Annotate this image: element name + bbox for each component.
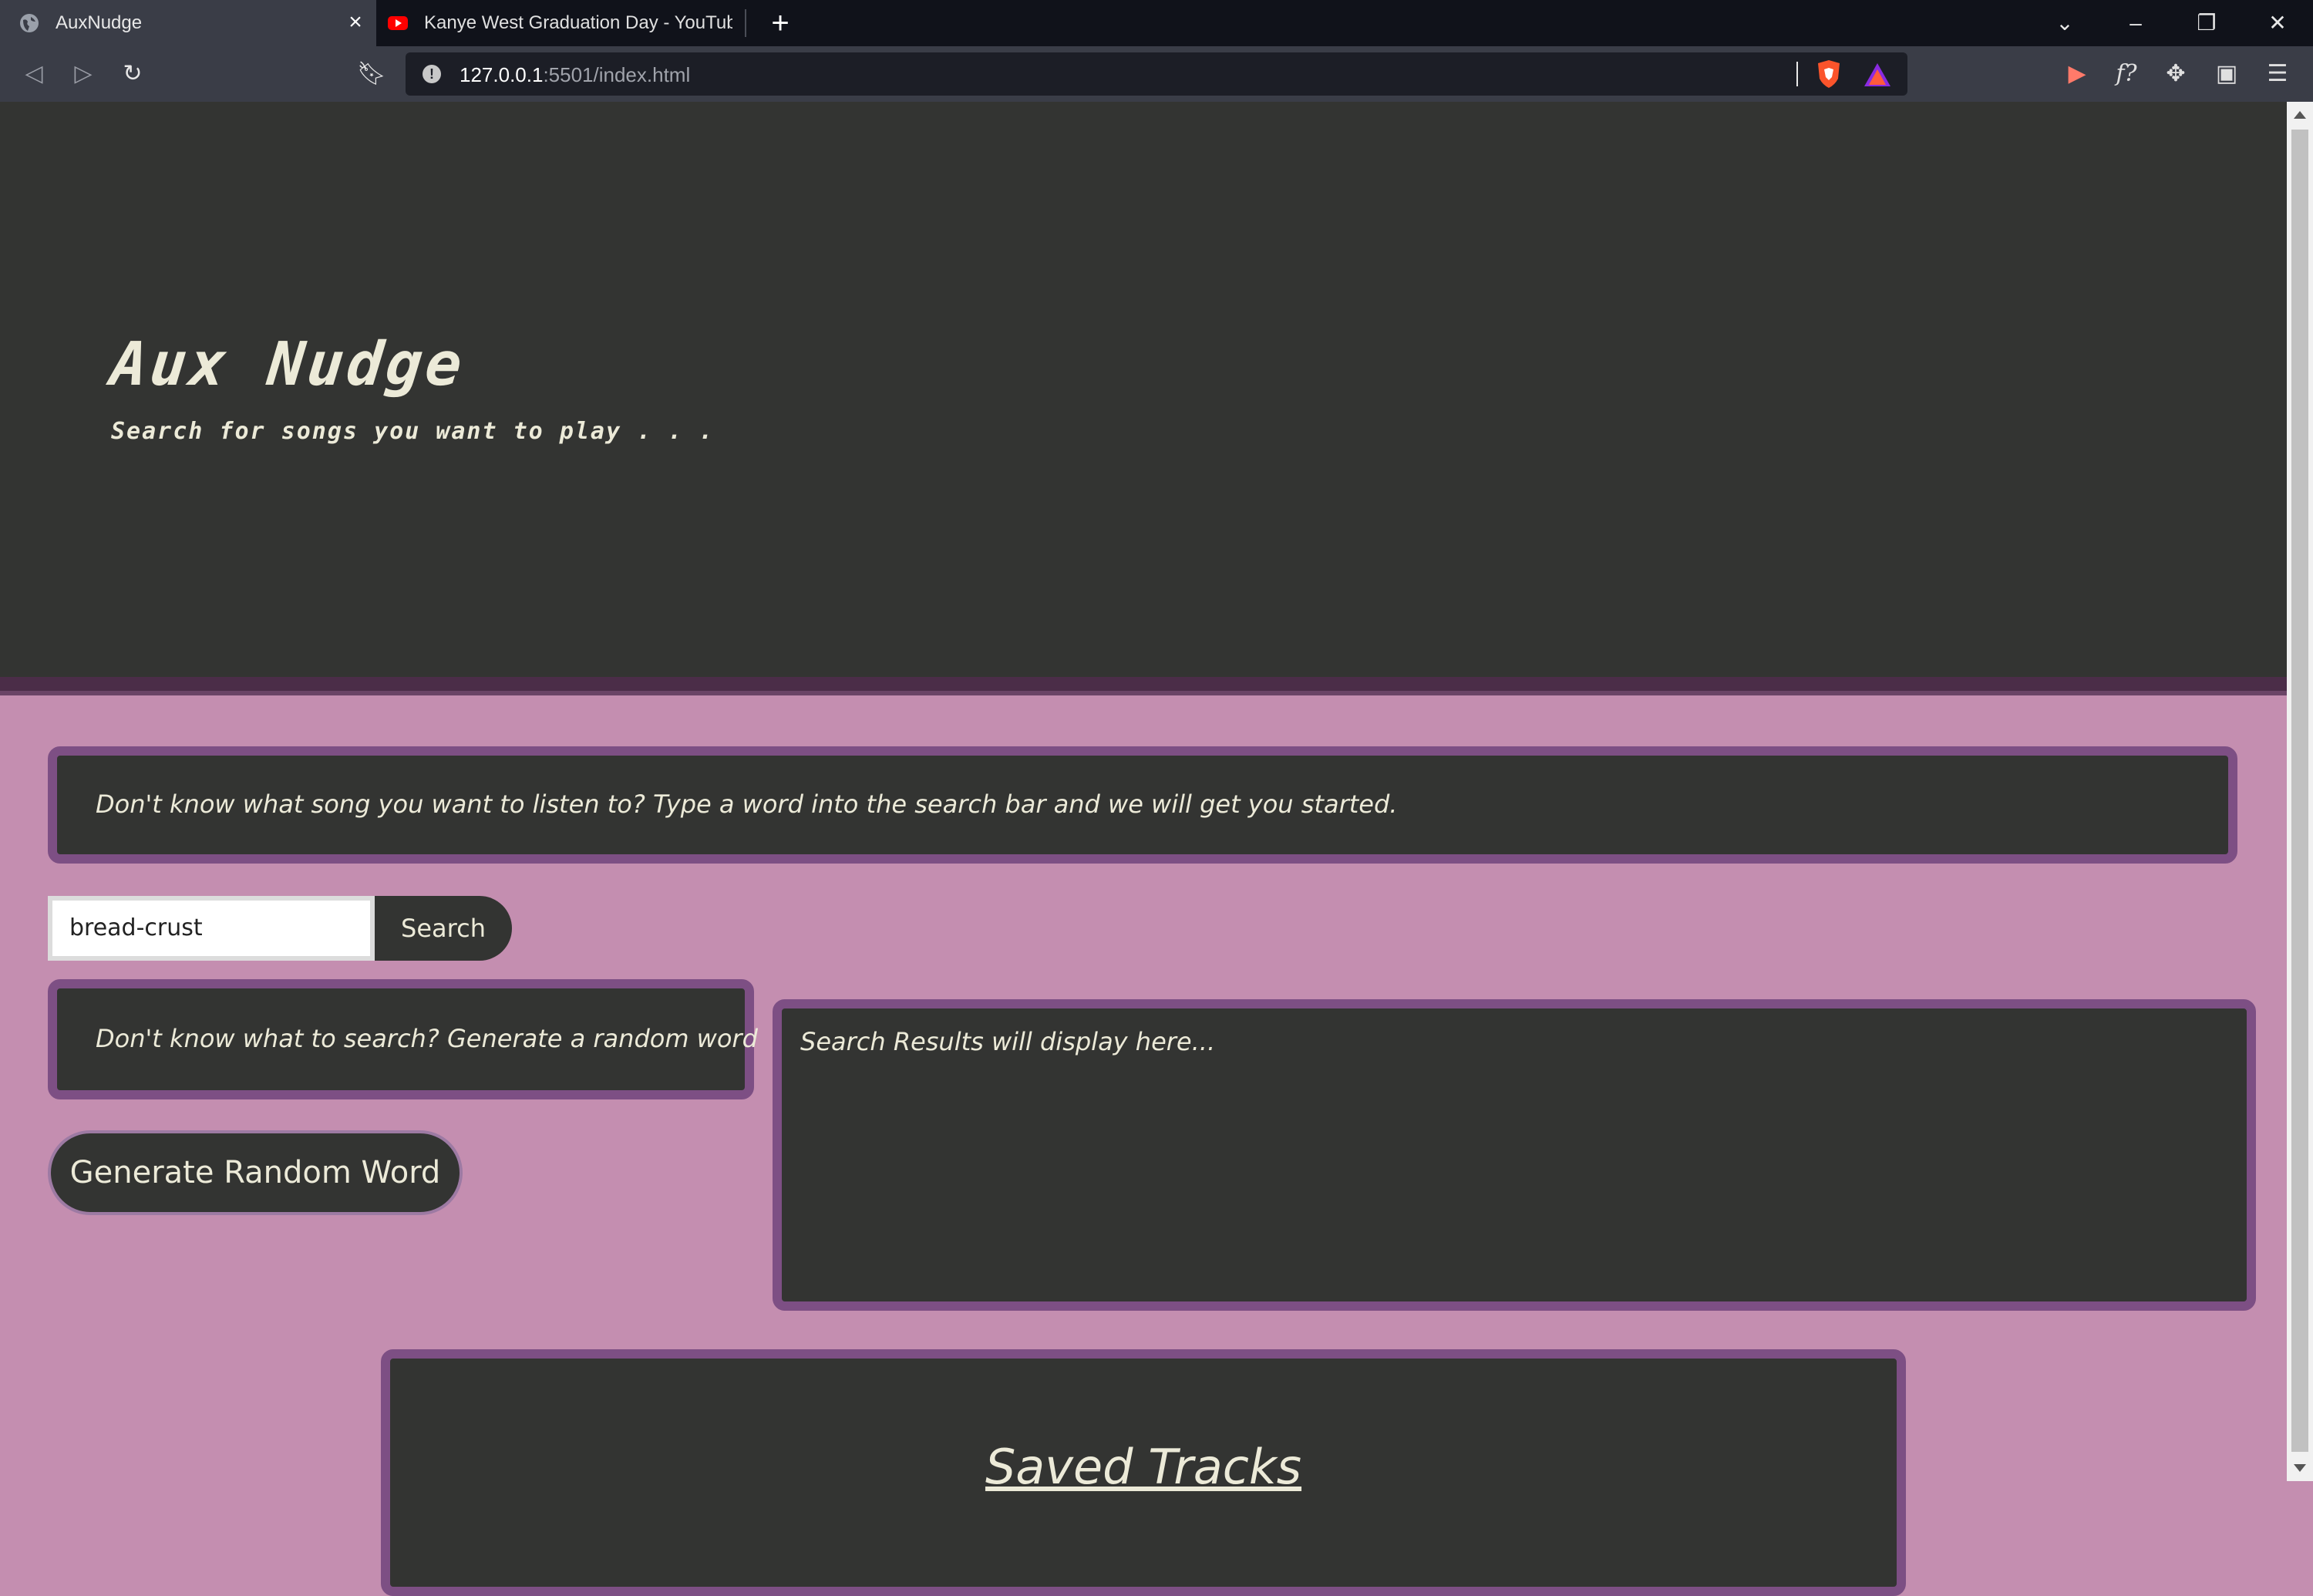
site-info-icon[interactable]: !: [423, 65, 441, 83]
page-scrollbar[interactable]: [2287, 102, 2313, 1481]
screencast-icon[interactable]: ▶: [2060, 57, 2094, 91]
restore-button[interactable]: ❐: [2190, 6, 2224, 40]
search-button[interactable]: Search: [375, 896, 512, 961]
brave-shield-icon[interactable]: [1815, 59, 1843, 89]
generate-random-word-button[interactable]: Generate Random Word: [48, 1130, 463, 1215]
page-title: Aux Nudge: [107, 330, 469, 399]
globe-icon: [20, 14, 39, 32]
page-subtitle: Search for songs you want to play . . .: [111, 418, 715, 445]
wallet-icon[interactable]: ▣: [2210, 57, 2244, 91]
address-bar[interactable]: ! 127.0.0.1:5501/index.html: [406, 52, 1907, 96]
scrollbar-thumb[interactable]: [2291, 130, 2308, 1452]
tab-youtube[interactable]: Kanye West Graduation Day - YouTube: [379, 0, 745, 46]
formula-extension-icon[interactable]: f?: [2109, 57, 2143, 91]
saved-tracks-title[interactable]: Saved Tracks: [390, 1439, 1897, 1495]
tab-divider: [745, 9, 746, 37]
brave-rewards-icon[interactable]: [1863, 62, 1892, 88]
tab-title: Kanye West Graduation Day - YouTube: [424, 12, 732, 33]
new-tab-button[interactable]: +: [763, 6, 797, 40]
intro-text: Don't know what song you want to listen …: [96, 790, 1398, 819]
forward-icon[interactable]: ▷: [66, 57, 100, 91]
bookmark-icon[interactable]: 🔖︎: [355, 57, 389, 91]
tab-bar: AuxNudge × Kanye West Graduation Day - Y…: [0, 0, 2313, 46]
youtube-icon: [388, 16, 408, 30]
browser-toolbar: ◁ ▷ ↻ 🔖︎ ! 127.0.0.1:5501/index.html ▶ f…: [0, 46, 2313, 102]
tab-auxnudge[interactable]: AuxNudge ×: [0, 0, 376, 46]
random-word-hint: Don't know what to search? Generate a ra…: [96, 1024, 758, 1053]
header-divider-accent: [0, 691, 2287, 695]
minimize-button[interactable]: –: [2119, 6, 2153, 40]
random-word-hint-panel: Don't know what to search? Generate a ra…: [48, 979, 758, 1099]
saved-tracks-panel: Saved Tracks: [381, 1349, 1906, 1596]
page-content: Aux Nudge Search for songs you want to p…: [0, 102, 2287, 1596]
hero-header: Aux Nudge Search for songs you want to p…: [0, 102, 2287, 677]
search-input[interactable]: bread-crust: [48, 896, 375, 961]
address-divider: [1796, 62, 1798, 86]
scroll-down-icon[interactable]: [2294, 1464, 2306, 1472]
search-results-placeholder: Search Results will display here...: [800, 1027, 1216, 1056]
reload-icon[interactable]: ↻: [116, 57, 150, 91]
close-tab-icon[interactable]: ×: [344, 11, 367, 34]
extensions-puzzle-icon[interactable]: ✥: [2159, 57, 2193, 91]
url-text: 127.0.0.1:5501/index.html: [460, 63, 691, 86]
menu-icon[interactable]: ☰: [2261, 57, 2294, 91]
scroll-up-icon[interactable]: [2294, 111, 2306, 119]
tab-title: AuxNudge: [56, 12, 143, 33]
back-icon[interactable]: ◁: [17, 57, 51, 91]
intro-panel: Don't know what song you want to listen …: [48, 746, 2237, 864]
search-results-panel: Search Results will display here...: [773, 999, 2256, 1311]
header-divider: [0, 677, 2287, 691]
tab-list-chevron-icon[interactable]: ⌄: [2048, 6, 2082, 40]
close-window-button[interactable]: ✕: [2261, 6, 2294, 40]
